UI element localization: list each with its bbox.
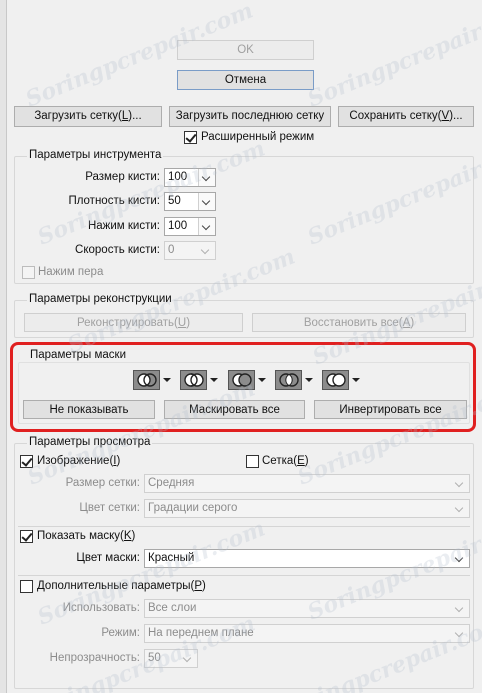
mesh-size-label: Размер сетки: (65, 477, 140, 489)
show-mesh-checkbox[interactable] (246, 455, 259, 468)
show-mask-checkbox[interactable] (20, 530, 33, 543)
divider (18, 575, 470, 576)
advanced-mode-checkbox[interactable] (184, 131, 197, 144)
mesh-color-select: Градации серого (144, 499, 470, 518)
chevron-down-icon (452, 500, 469, 517)
brush-size-field[interactable]: 100 (164, 168, 216, 187)
chevron-down-icon (452, 475, 469, 492)
show-mask-label: Показать маску(K) (37, 530, 136, 542)
chevron-down-icon[interactable] (198, 193, 215, 210)
mesh-color-label: Цвет сетки: (79, 502, 140, 514)
brush-density-field[interactable]: 50 (164, 192, 216, 211)
chevron-down-icon (198, 242, 215, 259)
opacity-field: 50 (144, 649, 198, 668)
mask-color-label: Цвет маски: (76, 552, 140, 564)
chevron-down-icon[interactable] (198, 218, 215, 235)
stylus-pressure-checkbox (22, 266, 35, 279)
view-options-legend: Параметры просмотра (27, 436, 153, 448)
chevron-down-icon (180, 650, 197, 667)
stylus-pressure-label: Нажим пера (38, 266, 104, 278)
brush-pressure-label: Нажим кисти: (87, 220, 160, 232)
left-panel-edge (0, 0, 7, 693)
mask-color-select[interactable]: Красный (144, 549, 470, 568)
brush-rate-label: Скорость кисти: (75, 244, 160, 256)
show-mesh-label: Сетка(E) (262, 455, 309, 467)
ok-button[interactable]: OK (177, 40, 314, 60)
load-mesh-button[interactable]: Загрузить сетку(L)... (14, 106, 162, 127)
chevron-down-icon[interactable] (452, 550, 469, 567)
divider (18, 526, 470, 527)
brush-size-label: Размер кисти: (85, 171, 160, 183)
show-image-checkbox[interactable] (20, 455, 33, 468)
load-last-mesh-button[interactable]: Загрузить последнюю сетку (169, 106, 331, 127)
tool-options-legend: Параметры инструмента (27, 149, 164, 161)
brush-density-label: Плотность кисти: (68, 195, 160, 207)
mode-select: На переднем плане (144, 624, 470, 643)
watermark: Soringpcrepair.com (303, 0, 482, 113)
show-image-label: Изображение(I) (37, 455, 121, 467)
cancel-button[interactable]: Отмена (177, 70, 314, 90)
chevron-down-icon (452, 625, 469, 642)
opacity-label: Непрозрачность: (49, 652, 140, 664)
chevron-down-icon[interactable] (198, 169, 215, 186)
use-select: Все слои (144, 599, 470, 618)
advanced-mode-label: Расширенный режим (201, 131, 315, 143)
use-label: Использовать: (62, 602, 140, 614)
backdrop-checkbox[interactable] (20, 580, 33, 593)
reconstruct-button: Реконструировать(U) (24, 313, 243, 332)
save-mesh-button[interactable]: Сохранить сетку(V)... (338, 106, 474, 127)
chevron-down-icon (452, 600, 469, 617)
mode-label: Режим: (101, 627, 140, 639)
backdrop-label: Дополнительные параметры(P) (37, 580, 206, 592)
highlight-box (10, 342, 476, 432)
brush-pressure-field[interactable]: 100 (164, 217, 216, 236)
restore-all-button: Восстановить все(A) (252, 313, 466, 332)
reconstruct-options-legend: Параметры реконструкции (27, 293, 174, 305)
brush-rate-field: 0 (164, 241, 216, 260)
mesh-size-select: Средняя (144, 474, 470, 493)
